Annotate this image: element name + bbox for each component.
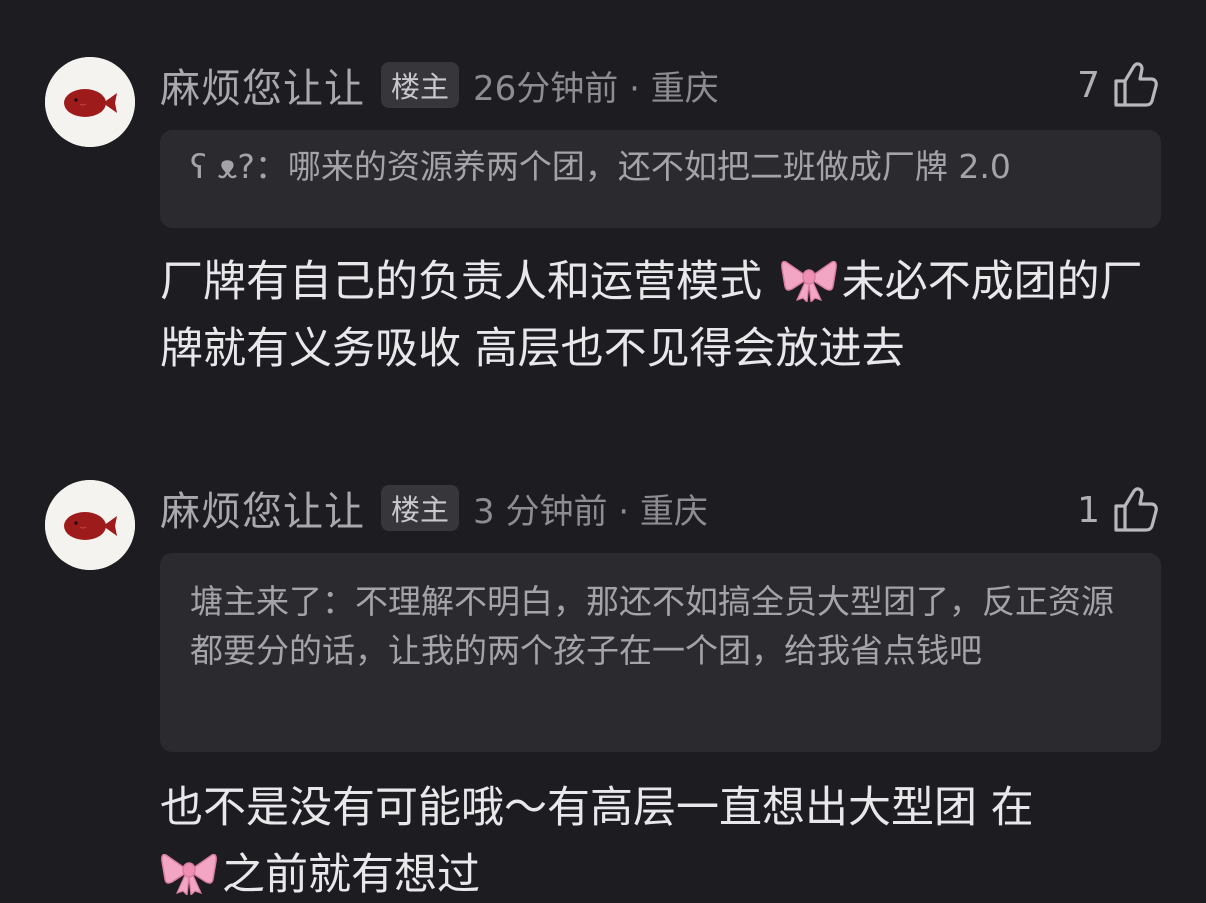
thumbs-up-icon bbox=[1114, 487, 1158, 532]
comment-header: 麻烦您让让 楼主 3 分钟前 · 重庆 bbox=[160, 480, 708, 536]
pink-bow-emoji bbox=[161, 853, 217, 895]
comment-meta: 3 分钟前 · 重庆 bbox=[473, 491, 708, 532]
comment-thread: 麻烦您让让 楼主 26分钟前 · 重庆 7 ʕ ᴥ?：哪来的资源养两个团，还不如… bbox=[0, 0, 1206, 903]
comment-text: 之前就有想过 bbox=[222, 850, 480, 900]
op-badge: 楼主 bbox=[381, 485, 460, 531]
username[interactable]: 麻烦您让让 bbox=[160, 479, 365, 537]
like-count: 1 bbox=[1077, 489, 1100, 531]
quoted-reply[interactable]: 塘主来了：不理解不明白，那还不如搞全员大型团了，反正资源都要分的话，让我的两个孩… bbox=[160, 553, 1161, 752]
like-button[interactable]: 1 bbox=[1077, 482, 1162, 538]
comment-text: 也不是没有可能哦～有高层一直想出大型团 在 bbox=[160, 783, 1034, 833]
comment-body: 也不是没有可能哦～有高层一直想出大型团 在 之前就有想过 bbox=[160, 775, 1160, 903]
fish-avatar-icon bbox=[45, 480, 135, 570]
user-avatar[interactable] bbox=[45, 480, 135, 570]
comment-item: 麻烦您让让 楼主 3 分钟前 · 重庆 1 塘主来了：不理解不明白，那还不如搞全… bbox=[0, 0, 1206, 903]
